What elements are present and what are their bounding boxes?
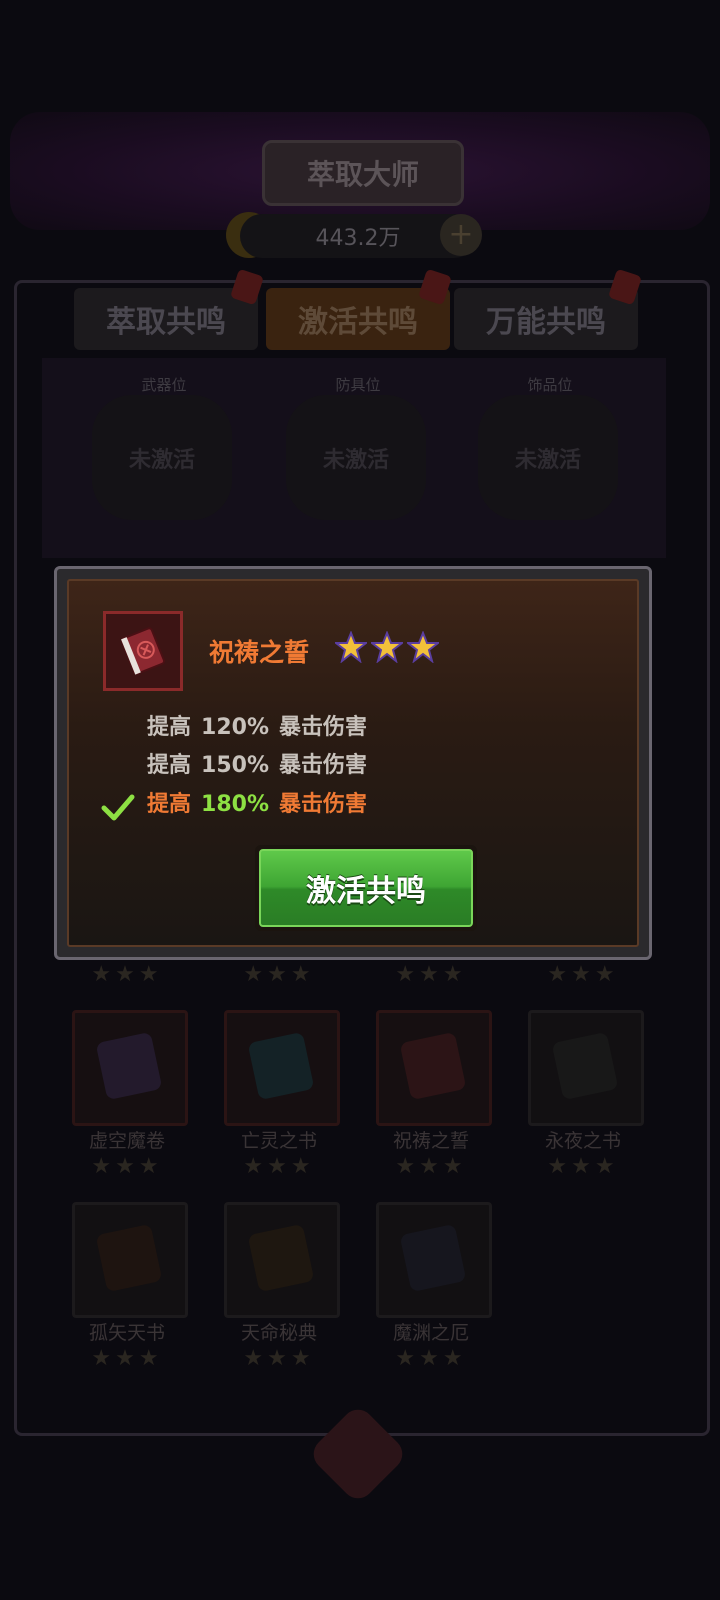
book-icon — [247, 1223, 315, 1293]
grid-item-stars: ★★★ — [243, 1346, 315, 1371]
grid-item-card[interactable] — [528, 1010, 644, 1126]
grid-item-card[interactable] — [224, 1202, 340, 1318]
grid-item-stars: ★★★ — [395, 1346, 467, 1371]
activate-resonance-button-label[interactable]: 激活共鸣 — [259, 849, 473, 927]
book-icon — [399, 1223, 467, 1293]
star-icon — [335, 631, 367, 663]
slot-armor[interactable]: 未激活 — [286, 395, 426, 520]
grid-item-stars: ★★★ — [243, 962, 315, 987]
item-icon-frame — [103, 611, 183, 691]
grid-item-stars: ★★★ — [243, 1154, 315, 1179]
book-icon — [120, 627, 166, 675]
effect-value: 150% — [201, 753, 269, 778]
grid-item-stars: ★★★ — [91, 1346, 163, 1371]
effect-tier-2: 提高 150% 暴击伤害 — [147, 747, 367, 779]
grid-item-name: 永夜之书 — [544, 1130, 621, 1152]
grid-item-card[interactable] — [224, 1010, 340, 1126]
effect-prefix: 提高 — [147, 715, 192, 740]
effect-value: 120% — [201, 715, 269, 740]
effect-prefix: 提高 — [147, 792, 192, 817]
grid-item-card[interactable] — [72, 1202, 188, 1318]
item-name: 祝祷之誓 — [209, 638, 310, 667]
effect-tier-1: 提高 120% 暴击伤害 — [147, 709, 367, 741]
resonance-popup: 祝祷之誓 提高 120% 暴击伤害 提高 150% 暴击伤害 提高 180% 暴击伤害 激活… — [54, 566, 652, 960]
tab-extract-resonance[interactable]: 萃取共鸣 — [74, 288, 258, 350]
book-icon — [95, 1223, 163, 1293]
grid-item-card[interactable] — [376, 1202, 492, 1318]
effect-suffix: 暴击伤害 — [278, 753, 367, 778]
slot-label-accessory: 饰品位 — [527, 376, 573, 394]
item-stars — [335, 631, 439, 663]
grid-item-stars: ★★★ — [91, 1154, 163, 1179]
activate-resonance-button[interactable]: 激活共鸣 — [255, 845, 477, 931]
grid-item-name: 祝祷之誓 — [392, 1130, 469, 1152]
grid-item-stars: ★★★ — [547, 962, 619, 987]
grid-item-stars: ★★★ — [395, 962, 467, 987]
grid-item-name: 亡灵之书 — [240, 1130, 317, 1152]
grid-item-stars: ★★★ — [547, 1154, 619, 1179]
slot-label-weapon: 武器位 — [141, 376, 187, 394]
grid-item-stars: ★★★ — [395, 1154, 467, 1179]
slot-accessory[interactable]: 未激活 — [478, 395, 618, 520]
effect-value: 180% — [201, 792, 269, 817]
book-icon — [95, 1031, 163, 1101]
book-icon — [399, 1031, 467, 1101]
star-icon — [371, 631, 403, 663]
check-icon — [101, 794, 135, 821]
star-icon — [407, 631, 439, 663]
effect-suffix: 暴击伤害 — [278, 792, 367, 817]
grid-item-name: 魔渊之厄 — [392, 1322, 469, 1344]
slot-weapon[interactable]: 未激活 — [92, 395, 232, 520]
grid-item-card[interactable] — [376, 1010, 492, 1126]
effect-suffix: 暴击伤害 — [278, 715, 367, 740]
effect-tier-3: 提高 180% 暴击伤害 — [147, 786, 367, 818]
grid-item-stars: ★★★ — [91, 962, 163, 987]
grid-item-name: 天命秘典 — [240, 1322, 317, 1344]
popup-panel: 祝祷之誓 提高 120% 暴击伤害 提高 150% 暴击伤害 提高 180% 暴击伤害 激活… — [67, 579, 639, 947]
add-currency-icon[interactable]: + — [440, 214, 482, 256]
effect-prefix: 提高 — [147, 753, 192, 778]
grid-item-name: 孤矢天书 — [88, 1322, 165, 1344]
book-icon — [551, 1031, 619, 1101]
grid-item-name: 虚空魔卷 — [88, 1130, 165, 1152]
book-icon — [247, 1031, 315, 1101]
slot-label-armor: 防具位 — [335, 376, 381, 394]
grid-item-card[interactable] — [72, 1010, 188, 1126]
page-title: 萃取大师 — [262, 140, 464, 206]
